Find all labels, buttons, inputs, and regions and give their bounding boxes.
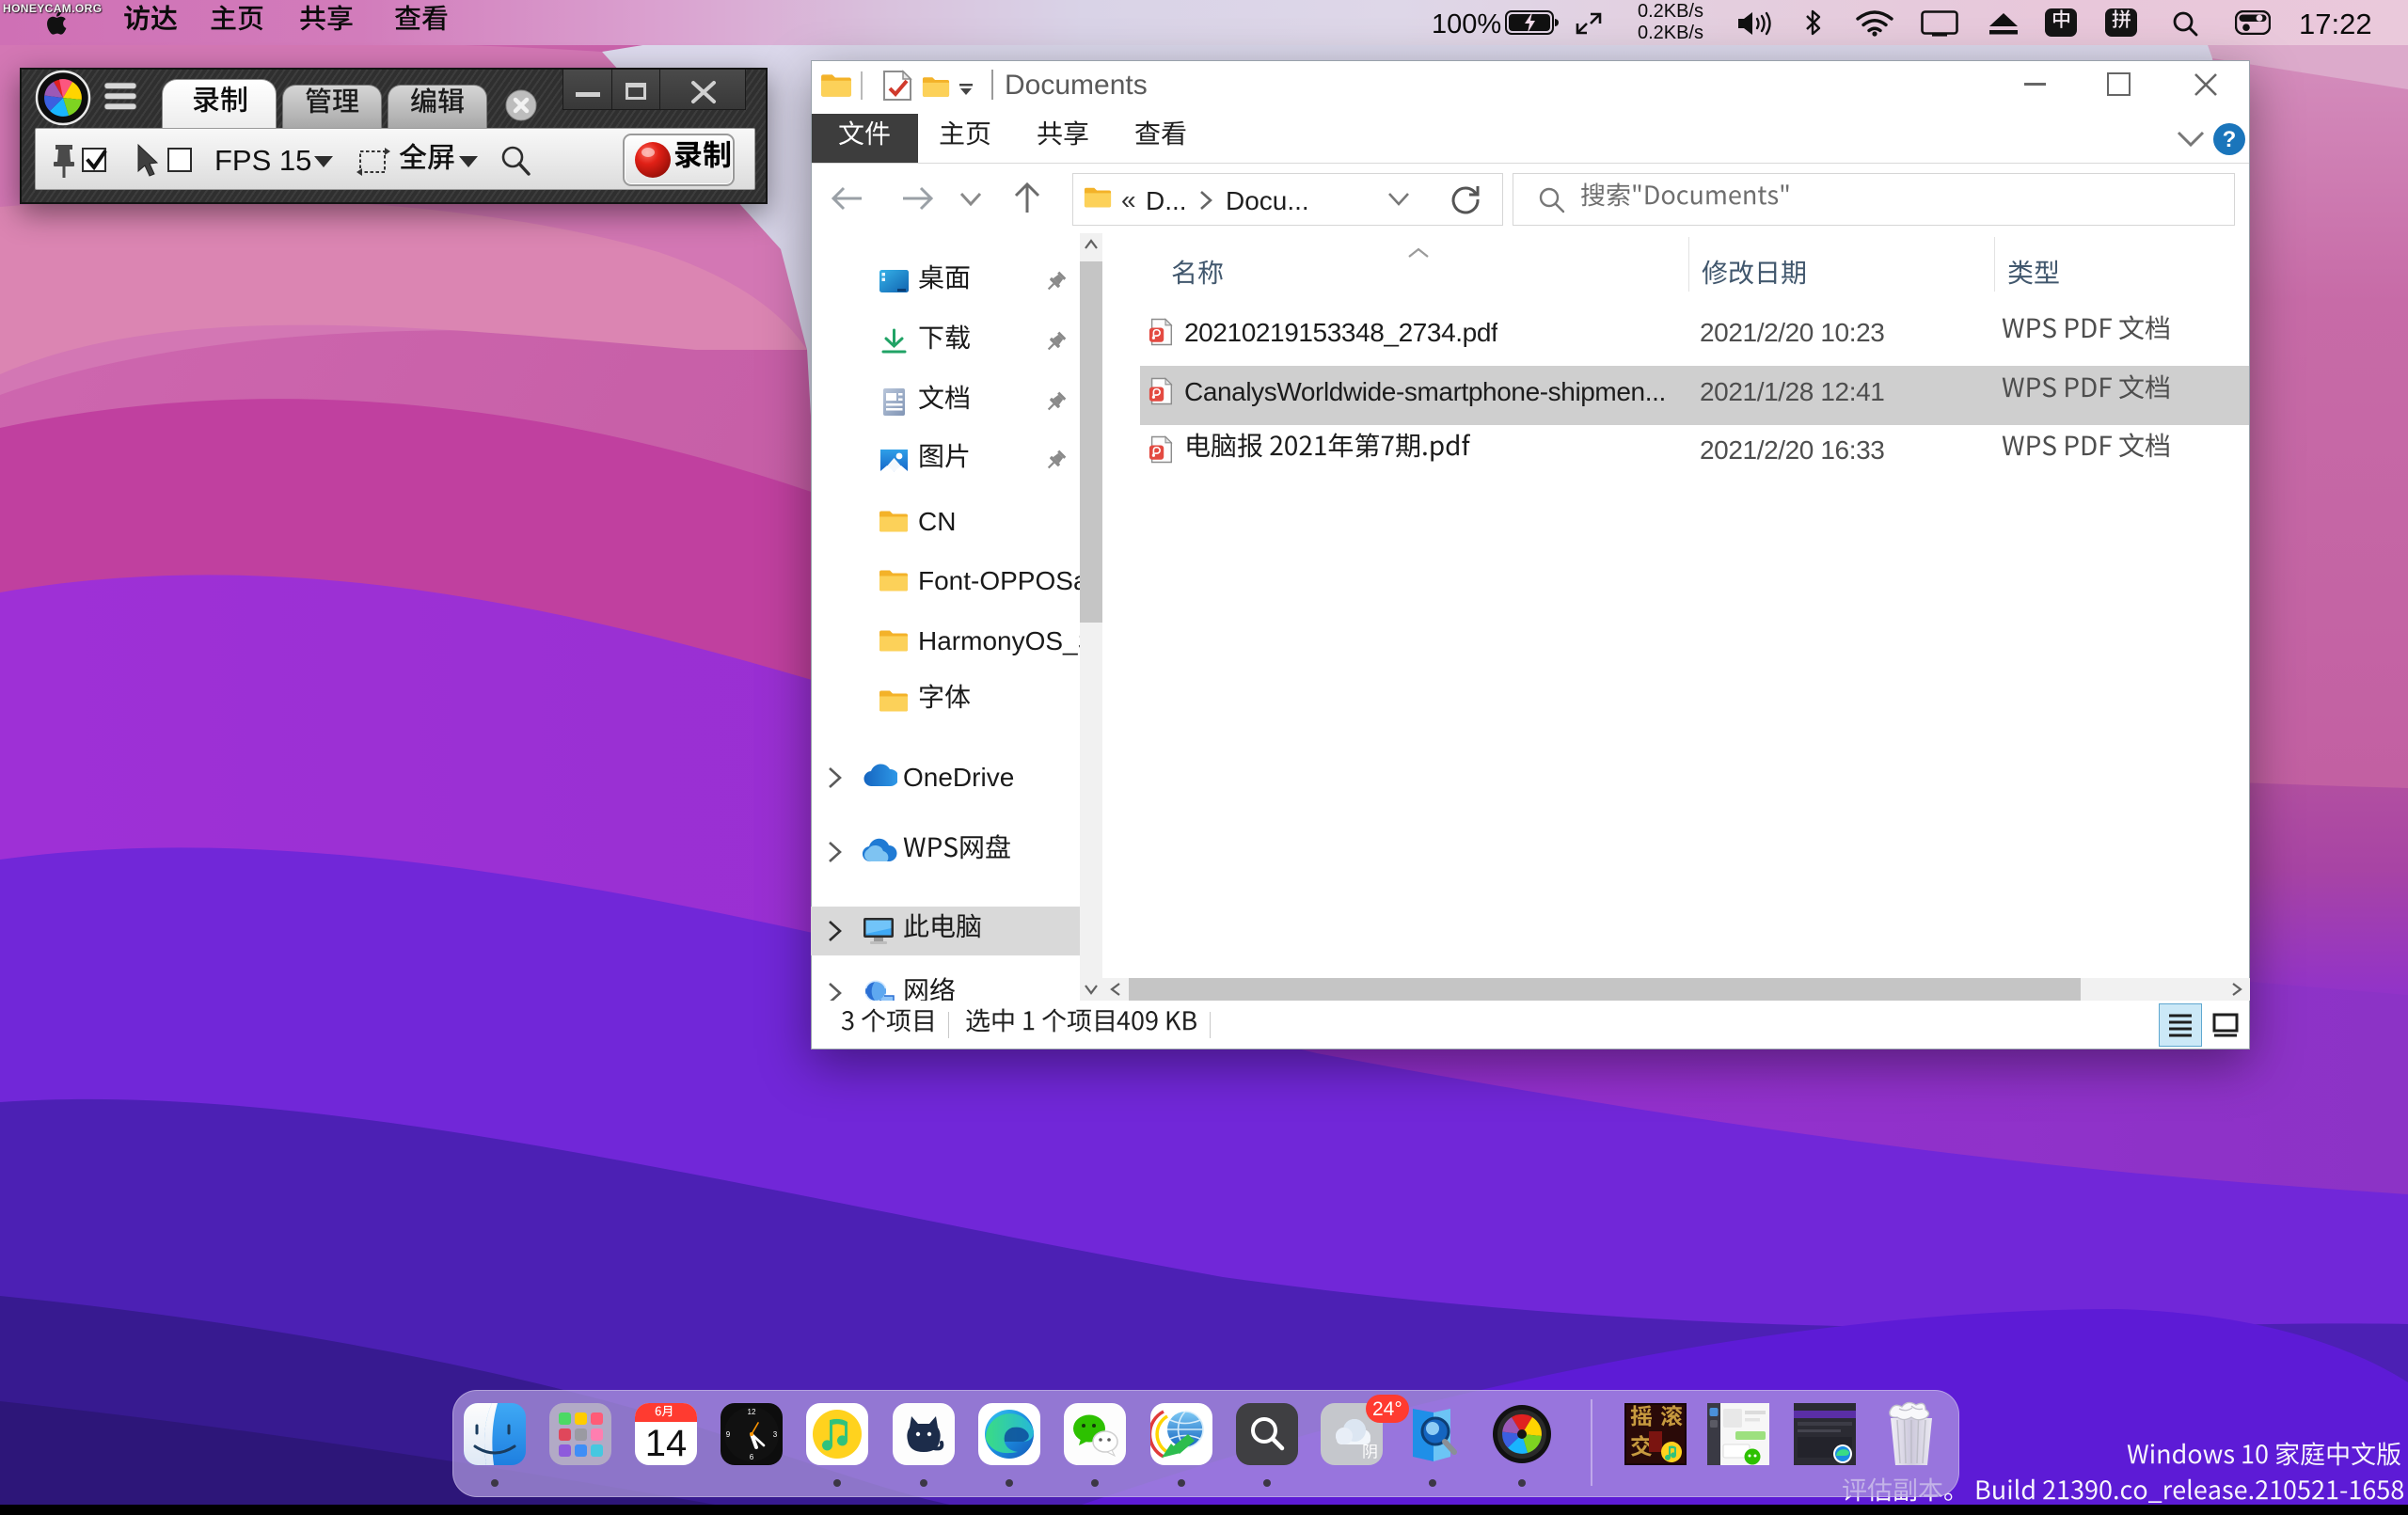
svg-text:3: 3 (773, 1430, 778, 1439)
svg-text:9: 9 (726, 1430, 731, 1439)
svg-text:6: 6 (750, 1453, 754, 1461)
svg-text:14: 14 (645, 1423, 688, 1464)
svg-text:12: 12 (748, 1408, 756, 1416)
svg-text:?: ? (2223, 127, 2237, 152)
